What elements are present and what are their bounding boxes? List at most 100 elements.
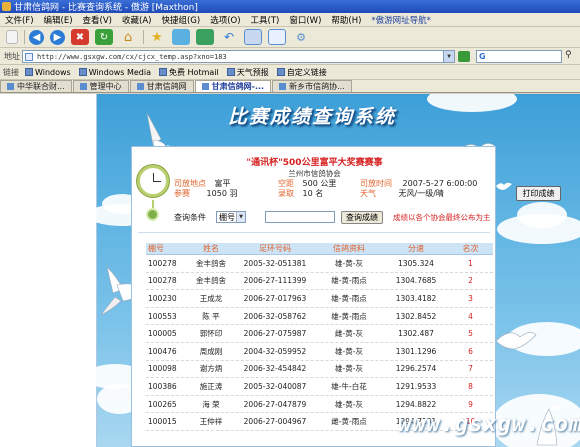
release-place-label: 司放地点 [174, 179, 206, 188]
header-loft-no: 棚号 [148, 244, 164, 253]
menu-options[interactable]: 选项(O) [205, 14, 245, 26]
search-input[interactable]: G [476, 50, 562, 63]
link-page-icon [226, 68, 235, 76]
tab-admin-center[interactable]: 管理中心 [72, 80, 129, 92]
menu-groups[interactable]: 快捷组(G) [156, 14, 205, 26]
cell-ring-no: 2004-32-059952 [243, 346, 307, 356]
cell-rank: 8 [468, 381, 473, 391]
search-engine-icon[interactable]: G [479, 52, 486, 61]
sidebar-icon[interactable] [268, 29, 286, 45]
cell-loft-no: 100553 [148, 311, 177, 321]
query-type-select[interactable]: 棚号 ▼ [216, 211, 246, 223]
search-icon[interactable]: ⚲ [565, 50, 577, 62]
undo-icon[interactable]: ↶ [220, 29, 238, 45]
cell-loft-no: 100230 [148, 293, 177, 303]
cell-speed: 1305.324 [398, 258, 434, 268]
cell-name: 周成刚 [199, 346, 223, 356]
cell-rank: 2 [468, 276, 473, 286]
cell-rank: 3 [468, 293, 473, 303]
cell-pigeon-info: 雄-黄-雨点 [331, 311, 367, 321]
release-time-info: 司放时间 2007-5-27 6:00:00 天气 无风/一级/晴 [360, 179, 477, 199]
dove-icon [495, 332, 537, 350]
cell-name: 郭怀印 [199, 329, 223, 339]
cell-loft-no: 100005 [148, 329, 177, 339]
print-results-button[interactable]: 打印成绩 [516, 186, 561, 201]
menu-favorites[interactable]: 收藏(A) [117, 14, 156, 26]
race-host: 兰州市信鸽协会 [288, 169, 341, 178]
link-page-icon [276, 68, 285, 76]
tab-xinxiang-pigeon[interactable]: 新乡市信鸽协... [272, 80, 352, 92]
cell-name: 金丰鸽舍 [196, 276, 226, 286]
tab-gansu-pigeon[interactable]: 甘肃信鸽网 [129, 80, 194, 92]
weather-value: 无风/一级/晴 [398, 189, 444, 198]
release-place-value: 富平 [214, 179, 231, 188]
address-input[interactable]: http://www.gsxgw.com/cx/cjcx_temp.asp?xn… [22, 50, 455, 63]
link-page-icon [159, 68, 167, 76]
clock-icon [137, 165, 169, 197]
cell-pigeon-info: 雄-黄-雨点 [331, 293, 367, 303]
table-row: 100553 陈 平 2006-32-058762 雄-黄-雨点 1302.8452 4 [146, 308, 493, 326]
cell-speed: 1291.9533 [395, 381, 437, 391]
race-title: "通讯杯"500公里富平大奖赛赛事 [132, 155, 497, 168]
header-name: 姓名 [203, 244, 219, 253]
results-table: 棚号 姓名 足环号码 信鸽资料 分速 名次 100278 金丰鸽舍 2005-32-… [146, 243, 493, 431]
stop-icon[interactable]: ✖ [71, 29, 89, 45]
menu-nav-link[interactable]: *傲游网址导航* [366, 14, 436, 26]
admitted-label: 录取 [278, 189, 294, 198]
link-windows[interactable]: Windows [25, 68, 71, 77]
clock-dot-icon [146, 208, 159, 221]
go-icon[interactable] [458, 51, 470, 62]
cell-speed: 1303.4182 [395, 293, 437, 303]
forward-icon[interactable]: ▶ [50, 29, 65, 45]
link-custom[interactable]: 自定义链接 [276, 67, 327, 78]
menu-edit[interactable]: 编辑(E) [39, 14, 78, 26]
race-title-text: "通讯杯"500公里富平大奖赛赛事 [246, 158, 383, 168]
address-dropdown-icon[interactable]: ▼ [443, 51, 454, 62]
cell-name: 谢方炳 [199, 364, 223, 374]
cell-rank: 5 [468, 329, 473, 339]
address-url: http://www.gsxgw.com/cx/cjcx_temp.asp?xn… [37, 52, 227, 61]
cell-rank: 6 [468, 346, 473, 356]
cell-name: 金丰鸽舍 [196, 258, 226, 268]
query-label: 查询条件 [174, 212, 206, 222]
cell-ring-no: 2006-27-075987 [243, 329, 307, 339]
menu-tools[interactable]: 工具(T) [246, 14, 285, 26]
tab-gansu-pigeon-active[interactable]: 甘肃信鸽网-... [194, 80, 272, 92]
query-input[interactable] [265, 211, 335, 223]
cell-loft-no: 100098 [148, 364, 177, 374]
cell-name: 陈 平 [202, 311, 220, 321]
toolbar: ◀ ▶ ✖ ↻ ⌂ ★ ↶ ⚙ [0, 27, 580, 48]
query-button[interactable]: 查询成绩 [341, 210, 383, 224]
favorites-star-icon[interactable]: ★ [148, 29, 166, 45]
address-label: 地址 [4, 51, 20, 61]
menu-window[interactable]: 窗口(W) [284, 14, 326, 26]
menu-bar: 文件(F) 编辑(E) 查看(V) 收藏(A) 快捷组(G) 选项(O) 工具(… [0, 13, 580, 27]
screenshot-icon[interactable] [196, 29, 214, 45]
cell-rank: 4 [468, 311, 473, 321]
table-row: 100476 周成刚 2004-32-059952 雄-黄-灰 1301.1296 6 [146, 343, 493, 361]
new-page-icon[interactable] [6, 30, 18, 44]
split-view-icon[interactable] [244, 29, 262, 45]
cell-pigeon-info: 雌-黄-灰 [335, 329, 363, 339]
cell-loft-no: 100278 [148, 258, 177, 268]
menu-help[interactable]: 帮助(H) [326, 14, 366, 26]
tab-china-united[interactable]: 中华联合财... [0, 80, 72, 92]
refresh-icon[interactable]: ↻ [95, 29, 113, 45]
cell-loft-no: 100386 [148, 381, 177, 391]
release-time-label: 司放时间 [360, 179, 392, 188]
link-hotmail[interactable]: 免费 Hotmail [159, 67, 219, 78]
tab-page-icon [279, 83, 287, 90]
menu-file[interactable]: 文件(F) [0, 14, 39, 26]
settings-icon[interactable]: ⚙ [292, 29, 310, 45]
menu-view[interactable]: 查看(V) [78, 14, 117, 26]
cell-name: 施正涛 [199, 381, 223, 391]
query-note: 成绩以各个协会最终公布为主 [393, 212, 491, 222]
groups-icon[interactable] [172, 29, 190, 45]
cell-name: 王成龙 [199, 293, 223, 303]
link-windows-media[interactable]: Windows Media [78, 68, 151, 77]
back-icon[interactable]: ◀ [29, 29, 44, 45]
query-row: 查询条件 棚号 ▼ 查询成绩 成绩以各个协会最终公布为主 [174, 210, 494, 224]
cell-ring-no: 2006-27-047879 [243, 399, 307, 409]
link-weather[interactable]: 天气预报 [226, 67, 269, 78]
home-icon[interactable]: ⌂ [119, 29, 137, 45]
